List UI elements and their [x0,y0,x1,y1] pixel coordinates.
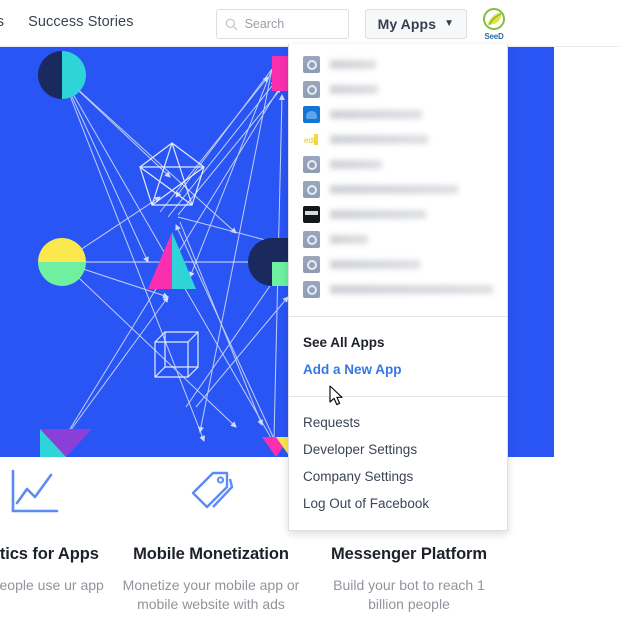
add-a-new-app[interactable]: Add a New App [289,356,507,383]
node-left [38,238,86,286]
price-tag-icon [112,457,310,529]
app-list-item[interactable] [289,77,507,102]
default-app-icon [303,56,320,73]
center-triangle [148,232,196,289]
card-description: Monetize your mobile app or mobile websi… [122,577,300,612]
company-settings[interactable]: Company Settings [289,463,507,490]
header-nav: ews Success Stories [0,14,158,30]
default-app-icon [303,156,320,173]
seed-leaf-icon [483,8,505,30]
app-name-redacted [330,185,458,194]
app-list-item[interactable] [289,102,507,127]
node-top-left [38,51,86,99]
app-list-item[interactable] [289,252,507,277]
card-title: Mobile Monetization [133,545,289,563]
app-name-redacted [330,135,428,144]
default-app-icon [303,81,320,98]
search-icon [225,18,237,30]
app-list-item[interactable] [289,52,507,77]
account-menu-section: Requests Developer Settings Company Sett… [289,396,507,530]
seed-logo[interactable]: SeeD [479,8,509,41]
see-all-apps[interactable]: See All Apps [289,329,507,356]
app-name-redacted [330,110,422,119]
app-list-item[interactable]: edu [289,127,507,152]
page-root: nalytics for Apps how people use ur app … [0,0,619,619]
node-bottom-left [40,429,92,457]
apps-menu-section: See All Apps Add a New App [289,316,507,396]
app-list-item[interactable] [289,152,507,177]
header-actions: My Apps ▼ SeeD [215,8,509,41]
app-name-redacted [330,210,426,219]
app-name-redacted [330,85,378,94]
node-bottom-right [262,437,290,457]
edu-app-icon: edu [303,131,320,148]
app-name-redacted [330,60,376,69]
default-app-icon [303,256,320,273]
default-app-icon [303,281,320,298]
default-app-icon [303,181,320,198]
app-list-item[interactable] [289,277,507,302]
nav-link-success-stories[interactable]: Success Stories [28,14,133,30]
search-box[interactable] [215,9,349,39]
log-out-of-facebook[interactable]: Log Out of Facebook [289,490,507,517]
chevron-down-icon: ▼ [444,18,454,29]
default-app-icon [303,231,320,248]
card-mobile-monetization[interactable]: Mobile Monetization Monetize your mobile… [112,457,310,614]
my-apps-button[interactable]: My Apps ▼ [364,9,467,39]
my-apps-dropdown: edu See All Apps Add a New App Requests … [288,44,508,531]
site-header: ews Success Stories My Apps ▼ [0,0,619,47]
card-description: Build your bot to reach 1 billion people [333,577,485,612]
app-name-redacted [330,260,420,269]
app-name-redacted [330,285,493,294]
app-list-item[interactable] [289,227,507,252]
blue-app-icon [303,106,320,123]
nav-link-news[interactable]: ews [0,14,4,30]
app-name-redacted [330,235,368,244]
developer-settings[interactable]: Developer Settings [289,436,507,463]
seed-logo-text: SeeD [484,32,504,41]
app-list-item[interactable] [289,202,507,227]
app-list: edu [289,44,507,316]
app-name-redacted [330,160,382,169]
search-input[interactable] [244,17,341,31]
my-apps-label: My Apps [377,16,437,32]
requests[interactable]: Requests [289,409,507,436]
app-list-item[interactable] [289,177,507,202]
card-title: Messenger Platform [331,545,487,563]
dark-app-icon [303,206,320,223]
